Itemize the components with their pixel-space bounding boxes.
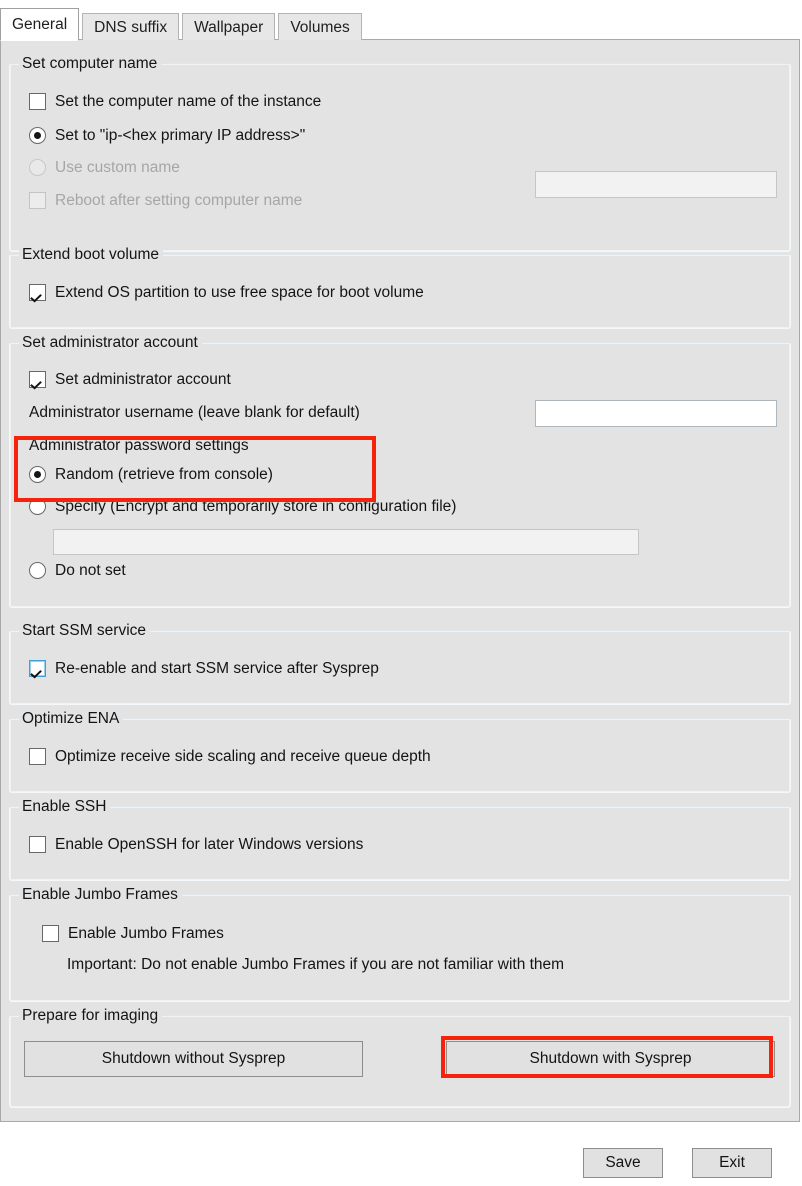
custom-name-input[interactable]	[535, 171, 777, 198]
save-button[interactable]: Save	[583, 1148, 663, 1178]
group-legend-set-administrator-account: Set administrator account	[19, 333, 202, 352]
tab-strip: General DNS suffix Wallpaper Volumes	[0, 7, 365, 41]
shutdown-with-sysprep-label: Shutdown with Sysprep	[529, 1050, 692, 1067]
set-to-ip-hex-radio[interactable]	[29, 127, 46, 144]
use-custom-name-label: Use custom name	[55, 159, 180, 176]
checkbox-row-optimize-rss[interactable]: Optimize receive side scaling and receiv…	[29, 747, 431, 766]
exit-button-label: Exit	[719, 1154, 745, 1171]
checkbox-row-enable-jumbo-frames[interactable]: Enable Jumbo Frames	[42, 924, 224, 943]
group-legend-set-computer-name: Set computer name	[19, 54, 162, 73]
shutdown-without-sysprep-button[interactable]: Shutdown without Sysprep	[24, 1041, 363, 1077]
general-tab-page: Set computer name Set the computer name …	[0, 39, 800, 1122]
optimize-rss-label: Optimize receive side scaling and receiv…	[55, 748, 431, 765]
administrator-password-settings-row: Administrator password settings	[29, 436, 249, 455]
shutdown-without-sysprep-label: Shutdown without Sysprep	[101, 1050, 286, 1067]
administrator-username-row: Administrator username (leave blank for …	[29, 403, 360, 422]
radio-row-password-specify[interactable]: Specify (Encrypt and temporarily store i…	[29, 497, 456, 516]
group-legend-prepare-for-imaging: Prepare for imaging	[19, 1006, 163, 1025]
password-specify-label: Specify (Encrypt and temporarily store i…	[55, 498, 457, 515]
group-frame	[9, 894, 791, 1002]
jumbo-frames-warning-row: Important: Do not enable Jumbo Frames if…	[67, 955, 564, 974]
group-enable-ssh: Enable SSH Enable OpenSSH for later Wind…	[9, 797, 791, 881]
optimize-rss-checkbox[interactable]	[29, 748, 46, 765]
reboot-after-setting-name-checkbox[interactable]	[29, 192, 46, 209]
group-legend-enable-jumbo-frames: Enable Jumbo Frames	[19, 885, 182, 904]
exit-button[interactable]: Exit	[692, 1148, 772, 1178]
tab-wallpaper[interactable]: Wallpaper	[182, 13, 276, 40]
shutdown-with-sysprep-button[interactable]: Shutdown with Sysprep	[446, 1041, 775, 1077]
administrator-password-input[interactable]	[53, 529, 639, 555]
password-specify-radio[interactable]	[29, 498, 46, 515]
save-button-label: Save	[605, 1154, 641, 1171]
administrator-username-label: Administrator username (leave blank for …	[29, 404, 360, 421]
group-set-computer-name: Set computer name Set the computer name …	[9, 54, 791, 252]
group-start-ssm-service: Start SSM service Re-enable and start SS…	[9, 621, 791, 705]
password-random-radio[interactable]	[29, 466, 46, 483]
enable-jumbo-frames-label: Enable Jumbo Frames	[68, 925, 224, 942]
radio-row-password-random[interactable]: Random (retrieve from console)	[29, 465, 273, 484]
tab-volumes[interactable]: Volumes	[278, 13, 362, 40]
tab-general[interactable]: General	[0, 8, 80, 41]
enable-openssh-checkbox[interactable]	[29, 836, 46, 853]
set-computer-name-checkbox[interactable]	[29, 93, 46, 110]
checkbox-row-extend-os-partition[interactable]: Extend OS partition to use free space fo…	[29, 283, 424, 302]
jumbo-frames-warning-text: Important: Do not enable Jumbo Frames if…	[67, 956, 565, 973]
group-legend-start-ssm-service: Start SSM service	[19, 621, 151, 640]
group-optimize-ena: Optimize ENA Optimize receive side scali…	[9, 709, 791, 793]
set-computer-name-label: Set the computer name of the instance	[55, 93, 322, 110]
group-enable-jumbo-frames: Enable Jumbo Frames Enable Jumbo Frames …	[9, 885, 791, 1002]
set-administrator-account-checkbox[interactable]	[29, 371, 46, 388]
administrator-password-settings-label: Administrator password settings	[29, 437, 249, 454]
checkbox-row-reenable-ssm[interactable]: Re-enable and start SSM service after Sy…	[29, 659, 379, 678]
use-custom-name-radio[interactable]	[29, 159, 46, 176]
checkbox-row-set-administrator-account[interactable]: Set administrator account	[29, 370, 231, 389]
group-legend-extend-boot-volume: Extend boot volume	[19, 245, 164, 264]
radio-row-password-do-not-set[interactable]: Do not set	[29, 561, 126, 580]
checkbox-row-enable-openssh[interactable]: Enable OpenSSH for later Windows version…	[29, 835, 363, 854]
radio-row-use-custom-name[interactable]: Use custom name	[29, 158, 180, 177]
set-administrator-account-label: Set administrator account	[55, 371, 231, 388]
group-legend-enable-ssh: Enable SSH	[19, 797, 111, 816]
password-do-not-set-label: Do not set	[55, 562, 126, 579]
checkbox-row-reboot-after-setting-name[interactable]: Reboot after setting computer name	[29, 191, 302, 210]
group-extend-boot-volume: Extend boot volume Extend OS partition t…	[9, 245, 791, 329]
password-do-not-set-radio[interactable]	[29, 562, 46, 579]
radio-row-set-to-ip-hex[interactable]: Set to "ip-<hex primary IP address>"	[29, 126, 305, 145]
set-to-ip-hex-label: Set to "ip-<hex primary IP address>"	[55, 127, 306, 144]
checkbox-row-set-computer-name[interactable]: Set the computer name of the instance	[29, 92, 321, 111]
group-set-administrator-account: Set administrator account Set administra…	[9, 333, 791, 608]
reenable-ssm-label: Re-enable and start SSM service after Sy…	[55, 660, 379, 677]
administrator-username-input[interactable]	[535, 400, 777, 427]
extend-os-partition-checkbox[interactable]	[29, 284, 46, 301]
password-random-label: Random (retrieve from console)	[55, 466, 273, 483]
extend-os-partition-label: Extend OS partition to use free space fo…	[55, 284, 424, 301]
reenable-ssm-checkbox[interactable]	[29, 660, 46, 677]
tab-dns-suffix[interactable]: DNS suffix	[82, 13, 180, 40]
enable-openssh-label: Enable OpenSSH for later Windows version…	[55, 836, 364, 853]
reboot-after-setting-name-label: Reboot after setting computer name	[55, 192, 303, 209]
group-prepare-for-imaging: Prepare for imaging Shutdown without Sys…	[9, 1006, 791, 1108]
enable-jumbo-frames-checkbox[interactable]	[42, 925, 59, 942]
group-legend-optimize-ena: Optimize ENA	[19, 709, 124, 728]
